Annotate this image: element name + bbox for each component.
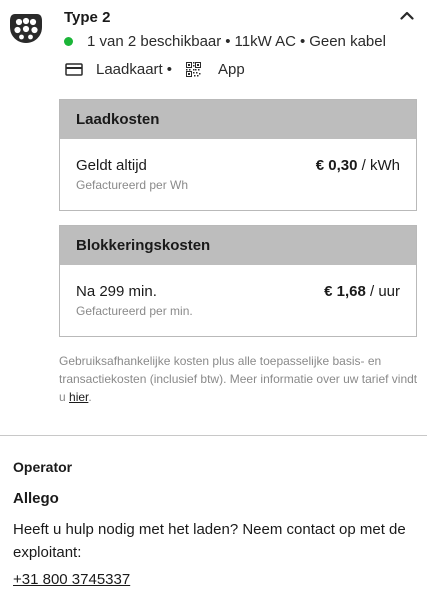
- disclaimer-end: .: [88, 390, 92, 404]
- connector-section: Type 2 1 van 2 beschikbaar • 11kW AC • G…: [0, 0, 427, 425]
- connector-type-title: Type 2: [64, 9, 111, 26]
- charging-costs-billing-note: Gefactureerd per Wh: [76, 178, 189, 192]
- separator: •: [225, 32, 231, 50]
- payment-app-label: App: [217, 60, 245, 78]
- cost-disclaimer: Gebruiksafhankelijke kosten plus alle to…: [59, 352, 419, 406]
- charging-price-amount: € 0,30: [315, 157, 358, 174]
- card-icon: [64, 61, 84, 77]
- separator: •: [166, 60, 172, 78]
- blocking-costs-body: Na 299 min. Gefactureerd per min. € 1,68…: [60, 265, 416, 336]
- charging-costs-body: Geldt altijd Gefactureerd per Wh € 0,30 …: [60, 139, 416, 210]
- qr-code-icon: [184, 61, 204, 77]
- operator-name: Allego: [13, 490, 59, 507]
- cable-text: Geen kabel: [309, 32, 386, 50]
- availability-status-dot: [64, 36, 73, 46]
- blocking-price-unit: / uur: [369, 283, 400, 300]
- blocking-costs-price: € 1,68 / uur: [324, 283, 400, 300]
- operator-phone-link[interactable]: +31 800 3745337: [13, 571, 130, 588]
- charging-costs-heading: Laadkosten: [60, 100, 416, 139]
- payment-card-label: Laadkaart: [96, 60, 163, 78]
- collapse-button[interactable]: [396, 6, 418, 24]
- blocking-price-amount: € 1,68: [324, 283, 366, 300]
- charging-price-unit: / kWh: [361, 157, 400, 174]
- section-divider: [0, 435, 427, 436]
- charging-costs-label: Geldt altijd: [76, 157, 147, 174]
- blocking-costs-billing-note: Gefactureerd per min.: [76, 304, 193, 318]
- blocking-costs-heading: Blokkeringskosten: [60, 226, 416, 265]
- availability-row: 1 van 2 beschikbaar • 11kW AC • Geen kab…: [64, 31, 386, 51]
- type2-plug-icon: [9, 12, 43, 44]
- operator-help-text: Heeft u hulp nodig met het laden? Neem c…: [13, 521, 406, 561]
- availability-text: 1 van 2 beschikbaar: [87, 32, 222, 50]
- tariff-info-link[interactable]: hier: [69, 390, 88, 404]
- payment-methods-row: Laadkaart • App: [64, 58, 245, 80]
- disclaimer-text: Gebruiksafhankelijke kosten plus alle to…: [59, 354, 418, 404]
- charging-costs-price: € 0,30 / kWh: [316, 157, 400, 174]
- chevron-up-icon: [400, 11, 414, 20]
- blocking-costs-label: Na 299 min.: [76, 283, 157, 300]
- charging-costs-card: Laadkosten Geldt altijd Gefactureerd per…: [59, 99, 417, 211]
- operator-heading: Operator: [13, 459, 73, 475]
- separator: •: [299, 32, 306, 50]
- blocking-costs-card: Blokkeringskosten Na 299 min. Gefacturee…: [59, 225, 417, 337]
- power-text: 11kW AC: [234, 32, 296, 50]
